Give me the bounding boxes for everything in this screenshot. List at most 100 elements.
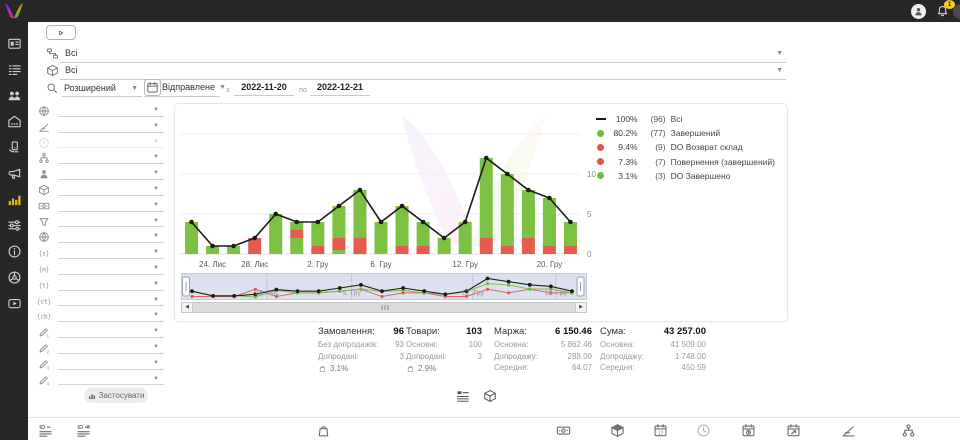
tool-id-card[interactable]: ID bbox=[76, 423, 91, 438]
tool-clock[interactable] bbox=[696, 423, 711, 438]
nav-orders[interactable] bbox=[0, 56, 28, 82]
filter-funnel[interactable]: ▼ bbox=[38, 215, 164, 231]
stat-column: Товари:103Основні:100Допродані:32.9% bbox=[406, 326, 482, 375]
tool-bag[interactable] bbox=[316, 423, 331, 438]
utm-term-icon: {t} bbox=[38, 279, 50, 291]
filter-structure[interactable]: ▼ bbox=[38, 151, 164, 167]
chevron-down-icon: ▼ bbox=[153, 202, 159, 208]
filter-utm-campaign[interactable]: {cb} ▼ bbox=[38, 309, 164, 325]
filter-funnel-stage[interactable]: ▼ bbox=[38, 120, 164, 136]
date-type-select[interactable]: Відправлене ▼ bbox=[144, 79, 220, 97]
warehouse-icon bbox=[7, 114, 22, 129]
scroll-left-arrow[interactable]: ◀ bbox=[182, 303, 193, 312]
filter-utm-source[interactable]: {s}▼ bbox=[38, 246, 164, 262]
search-icon bbox=[46, 82, 58, 94]
product-filter-select[interactable]: Всі ▼ bbox=[46, 63, 786, 80]
user-avatar[interactable] bbox=[911, 4, 926, 19]
date-to-input[interactable]: 2022-12-21 bbox=[310, 81, 370, 96]
nav-callback[interactable] bbox=[0, 134, 28, 160]
tool-structure[interactable] bbox=[901, 423, 916, 438]
stat-sub-row: Без допродажів:93 bbox=[318, 340, 404, 352]
stat-value: 96 bbox=[393, 326, 404, 340]
legend-label: Завершений bbox=[671, 128, 720, 138]
tool-calendar-clock[interactable] bbox=[741, 423, 756, 438]
notifications-button[interactable]: 1 bbox=[936, 4, 950, 19]
banknote-icon bbox=[38, 200, 50, 212]
stat-sub-label: Допродані: bbox=[318, 352, 359, 364]
apply-filters-button[interactable]: Застосувати bbox=[84, 388, 148, 403]
pencil-4-icon: 4 bbox=[38, 374, 50, 386]
funnel-icon bbox=[38, 216, 50, 228]
chevron-down-icon: ▼ bbox=[153, 312, 159, 318]
filter-utm-content-underline bbox=[58, 305, 164, 306]
legend-item[interactable]: 3.1%(3)DO Завершено bbox=[594, 169, 775, 183]
secondary-avatar[interactable] bbox=[953, 4, 960, 19]
filter-custom-1[interactable]: 1▼ bbox=[38, 325, 164, 341]
tool-money[interactable] bbox=[556, 423, 571, 438]
filter-product[interactable]: ▼ bbox=[38, 183, 164, 199]
legend-item[interactable]: 7.3%(7)Повернення (завершений) bbox=[594, 155, 775, 169]
date-from-input[interactable]: 2022-11-20 bbox=[234, 81, 294, 96]
video-tutorial-button[interactable] bbox=[46, 25, 76, 40]
legend-item[interactable]: 9.4%(9)DO Возврат склад bbox=[594, 140, 775, 154]
filter-payment[interactable]: ▼ bbox=[38, 199, 164, 215]
nav-video[interactable] bbox=[0, 290, 28, 316]
legend-count: (9) bbox=[638, 142, 666, 152]
settings-icon bbox=[7, 218, 22, 233]
svg-text:{cb}: {cb} bbox=[38, 314, 50, 321]
toggle-orders-view[interactable] bbox=[456, 389, 470, 403]
filter-manager[interactable]: ▼ bbox=[38, 167, 164, 183]
filter-manager-underline bbox=[58, 179, 164, 180]
scroll-right-arrow[interactable]: ▶ bbox=[575, 303, 586, 312]
filter-panel: ▼▼?▼▼▼▼▼▼▼{s}▼{m}▼{t}▼{ct}▼{cb}▼1▼2▼3▼4▼ bbox=[38, 104, 164, 388]
status-filter-select[interactable]: Всі ▼ bbox=[46, 46, 786, 63]
filter-funnel-stage-underline bbox=[58, 132, 164, 133]
nav-support[interactable] bbox=[0, 264, 28, 290]
tool-funnel-stage[interactable] bbox=[841, 423, 856, 438]
stat-sub-label: Основна: bbox=[600, 340, 634, 352]
scrollbar-grip-icon[interactable] bbox=[378, 304, 392, 311]
analytics-icon bbox=[7, 192, 22, 207]
filter-custom-4[interactable]: 4▼ bbox=[38, 373, 164, 389]
nav-marketing[interactable] bbox=[0, 160, 28, 186]
legend-percent: 3.1% bbox=[608, 171, 638, 181]
tool-id-list[interactable]: ID bbox=[38, 423, 53, 438]
view-toggles bbox=[456, 389, 497, 403]
tool-package[interactable] bbox=[610, 423, 625, 438]
chevron-down-icon: ▼ bbox=[153, 265, 159, 271]
stat-sub-label: Основні: bbox=[406, 340, 438, 352]
filter-site[interactable]: ▼ bbox=[38, 230, 164, 246]
nav-info[interactable] bbox=[0, 238, 28, 264]
app-logo-icon[interactable] bbox=[3, 2, 25, 20]
filter-custom-3[interactable]: 3▼ bbox=[38, 357, 164, 373]
panel-icon bbox=[7, 36, 22, 51]
filter-utm-medium[interactable]: {m}▼ bbox=[38, 262, 164, 278]
svg-text:2. Гру: 2. Гру bbox=[307, 260, 328, 269]
svg-text:0: 0 bbox=[587, 250, 592, 259]
search-mode-select[interactable]: Розширений ▼ bbox=[62, 81, 142, 97]
legend-item[interactable]: 80.2%(77)Завершений bbox=[594, 126, 775, 140]
filter-country[interactable]: ▼ bbox=[38, 104, 164, 120]
stat-title-row: Замовлення:96 bbox=[318, 326, 404, 340]
nav-analytics[interactable] bbox=[0, 186, 28, 212]
nav-clients[interactable] bbox=[0, 82, 28, 108]
legend-item[interactable]: 100%(96)Всі bbox=[594, 112, 775, 126]
filter-utm-content[interactable]: {ct}▼ bbox=[38, 294, 164, 310]
svg-text:ID: ID bbox=[39, 425, 45, 431]
filter-utm-term[interactable]: {t}▼ bbox=[38, 278, 164, 294]
svg-text:2: 2 bbox=[47, 349, 50, 354]
nav-dashboard[interactable] bbox=[0, 30, 28, 56]
stat-sub-label: Допродажу: bbox=[494, 352, 538, 364]
nav-settings[interactable] bbox=[0, 212, 28, 238]
tool-calendar-date[interactable]: 17 bbox=[653, 423, 668, 438]
nav-warehouse[interactable] bbox=[0, 108, 28, 134]
chart-range-navigator[interactable]: 28. Лис5. Гру12. Гру19. Гру bbox=[181, 273, 587, 300]
toggle-products-view[interactable] bbox=[483, 389, 497, 403]
svg-text:24. Лис: 24. Лис bbox=[199, 260, 226, 269]
chevron-down-icon: ▼ bbox=[153, 328, 159, 334]
filter-custom-2[interactable]: 2▼ bbox=[38, 341, 164, 357]
chart-scrollbar[interactable]: ◀ ▶ bbox=[181, 302, 587, 313]
tool-calendar-export[interactable] bbox=[786, 423, 801, 438]
stat-sub-row: Середня:450.59 bbox=[600, 363, 706, 375]
globe-wire-icon bbox=[38, 231, 50, 243]
